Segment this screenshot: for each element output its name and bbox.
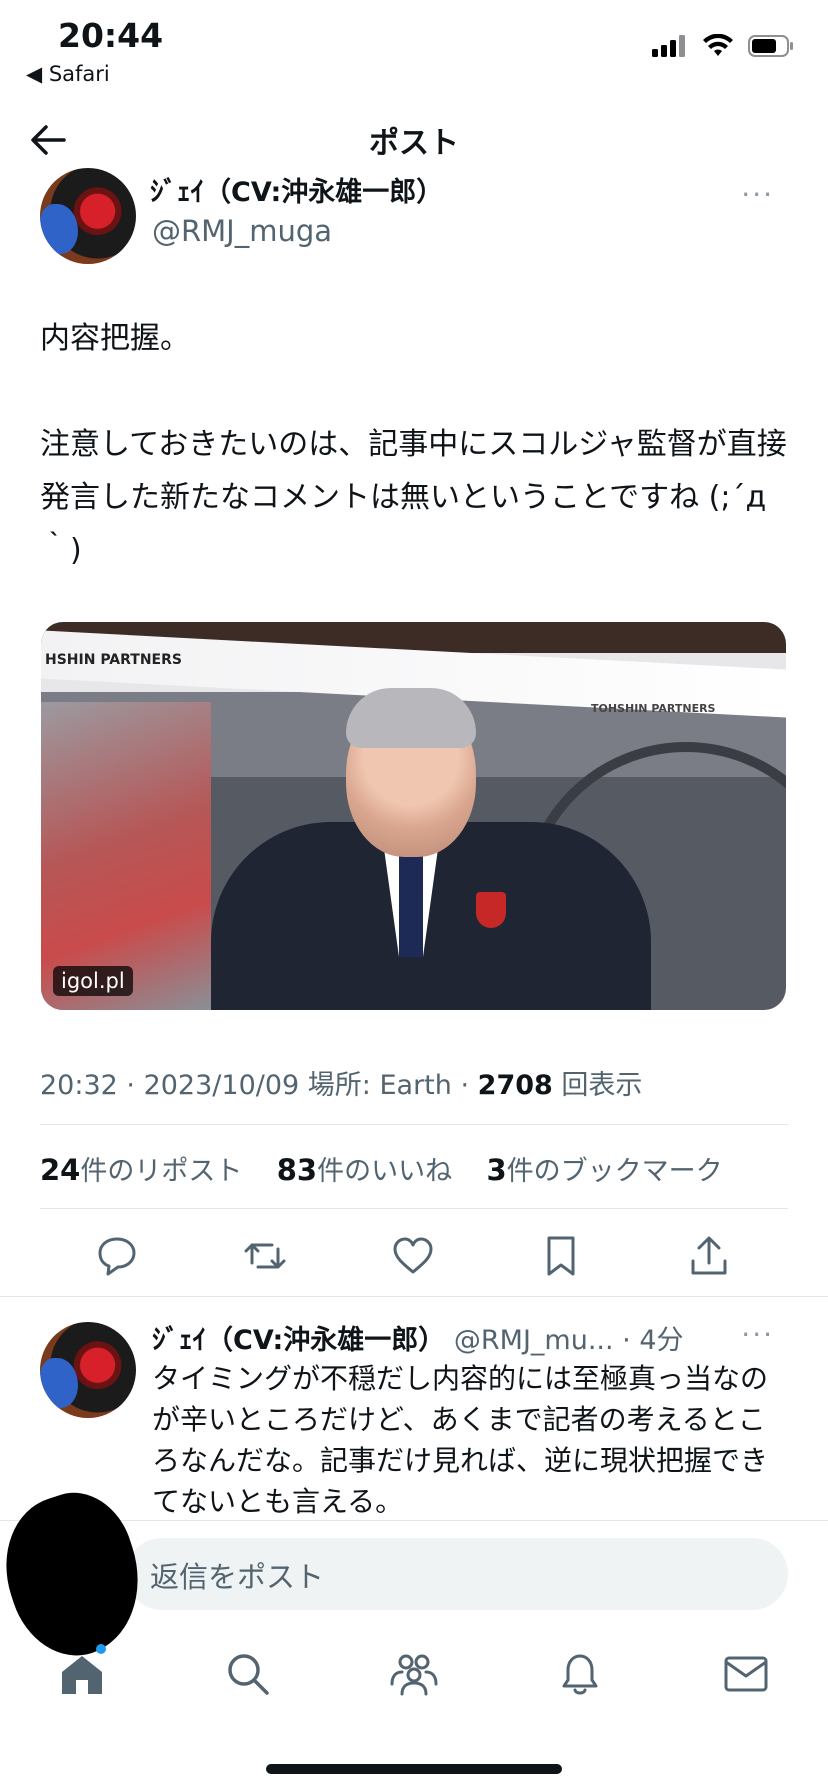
reply-icon[interactable] [94, 1233, 140, 1279]
author-handle[interactable]: @RMJ_muga [152, 214, 332, 248]
reply-author-avatar[interactable] [40, 1322, 136, 1418]
tweet-time: 20:32 [40, 1070, 118, 1101]
repost-count-label: 件のリポスト [80, 1156, 243, 1187]
view-count-label: 回表示 [561, 1070, 643, 1101]
repost-count: 24 [40, 1153, 81, 1187]
divider [40, 1124, 788, 1125]
search-icon [228, 1654, 269, 1695]
tweet-location: 場所: Earth [307, 1070, 452, 1101]
like-count: 83 [276, 1153, 318, 1187]
like-count-label: 件のいいね [317, 1156, 453, 1187]
bookmark-count: 3 [486, 1153, 507, 1187]
share-icon[interactable] [686, 1233, 732, 1279]
tweet-text: 内容把握。 注意しておきたいのは、記事中にスコルジャ監督が直接発言した新たなコメ… [40, 321, 787, 568]
media-banner-text: TOHSHIN PARTNERS [591, 702, 716, 715]
tab-communities[interactable] [388, 1648, 440, 1700]
redaction-scribble [0, 1478, 160, 1672]
likes-stat[interactable]: 83件のいいね [276, 1153, 453, 1187]
page-title: ポスト [369, 126, 459, 161]
media-banner-text: HSHIN PARTNERS [45, 652, 182, 668]
reply-text: タイミングが不穏だし内容的には至極真っ当なのが辛いところだけど、あくまで記者の考… [152, 1362, 769, 1518]
back-to-safari-link[interactable]: ◀ Safari [26, 62, 110, 86]
battery-icon [748, 35, 793, 57]
tab-notifications[interactable] [554, 1648, 606, 1700]
media-source-label[interactable]: igol.pl [53, 966, 133, 996]
divider [0, 1296, 828, 1297]
communities-icon [390, 1654, 438, 1696]
bookmarks-stat[interactable]: 3件のブックマーク [486, 1153, 723, 1187]
mail-icon [724, 1656, 768, 1692]
tweet-meta: 20:32 · 2023/10/09 場所: Earth · 2708 回表示 [40, 1070, 643, 1101]
repost-icon[interactable] [242, 1233, 288, 1279]
reply-author-name[interactable]: ｼﾞｪｲ（CV:沖永雄一郎） [152, 1325, 445, 1356]
signal-icon [652, 35, 685, 57]
reply-header: ｼﾞｪｲ（CV:沖永雄一郎） @RMJ_mu... · 4分 [152, 1325, 684, 1356]
bookmark-icon[interactable] [538, 1233, 584, 1279]
reposts-stat[interactable]: 24件のリポスト [40, 1153, 243, 1187]
reply-input[interactable]: 返信をポスト [126, 1538, 788, 1610]
author-name[interactable]: ｼﾞｪｲ（CV:沖永雄一郎） [150, 170, 443, 209]
tweet-media-image[interactable]: HSHIN PARTNERS TOHSHIN PARTNERS igol.pl [41, 622, 786, 1010]
wifi-icon [703, 34, 733, 56]
more-options-icon[interactable]: ··· [741, 178, 774, 211]
divider [40, 1208, 788, 1209]
home-indicator[interactable] [266, 1764, 562, 1774]
reply-time: 4分 [639, 1325, 684, 1356]
bell-icon [562, 1654, 598, 1695]
author-avatar[interactable] [40, 168, 136, 264]
view-count: 2708 [477, 1070, 553, 1101]
status-icons [652, 34, 794, 58]
like-heart-icon[interactable] [390, 1233, 436, 1279]
reply-more-options-icon[interactable]: ··· [741, 1318, 774, 1351]
tab-search[interactable] [222, 1648, 274, 1700]
tab-home[interactable] [56, 1648, 108, 1700]
tweet-stats: 24件のリポスト 83件のいいね 3件のブックマーク [40, 1149, 723, 1188]
tweet-date: 2023/10/09 [143, 1070, 300, 1101]
bookmark-count-label: 件のブックマーク [506, 1156, 723, 1187]
status-time: 20:44 [58, 16, 164, 55]
tab-messages[interactable] [720, 1648, 772, 1700]
reply-author-handle[interactable]: @RMJ_mu... [454, 1325, 614, 1356]
home-icon [62, 1656, 102, 1694]
